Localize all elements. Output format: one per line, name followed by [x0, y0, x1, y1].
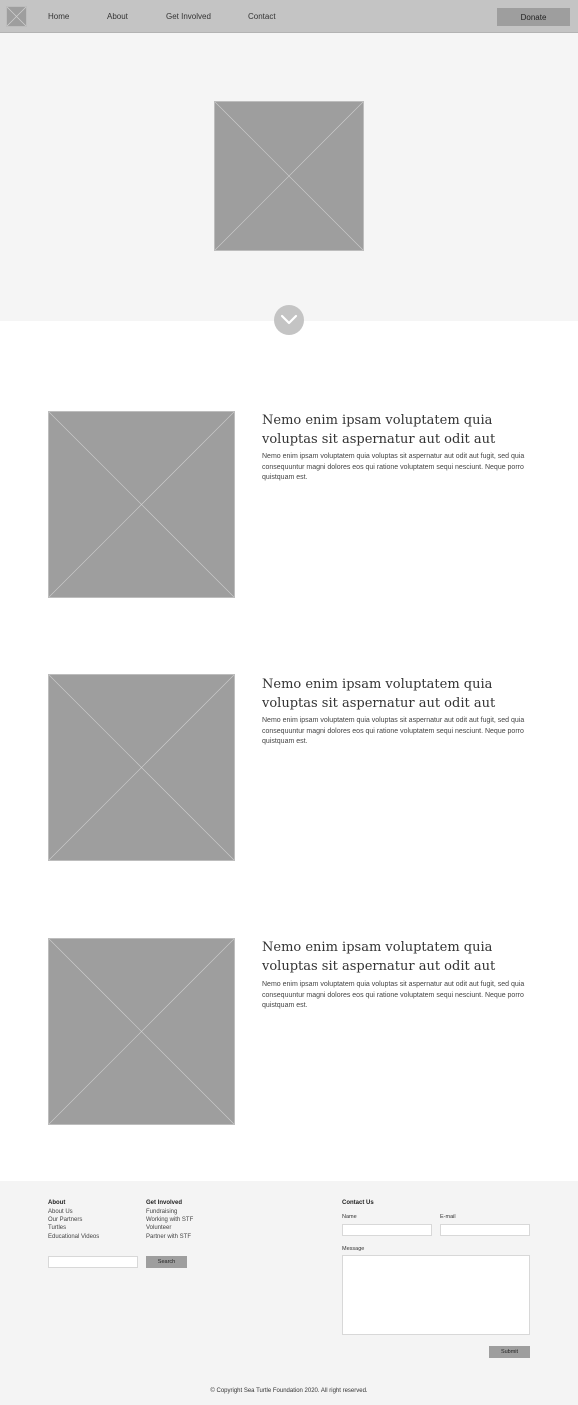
search-input[interactable]: [48, 1256, 138, 1268]
footer-link-fundraising[interactable]: Fundraising: [146, 1209, 177, 1215]
footer-link-volunteer[interactable]: Volunteer: [146, 1225, 171, 1231]
scroll-down-button[interactable]: [274, 305, 304, 335]
name-label: Name: [342, 1214, 357, 1220]
footer-link-partner-with-stf[interactable]: Partner with STF: [146, 1234, 191, 1240]
content-block-title: Nemo enim ipsam voluptatem quia voluptas…: [262, 940, 496, 974]
hero-image-placeholder: [214, 101, 364, 251]
content-image-placeholder: [48, 674, 235, 861]
footer-link-about-us[interactable]: About Us: [48, 1209, 73, 1215]
search-button[interactable]: Search: [146, 1256, 187, 1268]
content-block-text: Nemo enim ipsam voluptatem quia voluptas…: [262, 981, 525, 1009]
nav-link-about[interactable]: About: [107, 12, 128, 21]
hero-section: [0, 33, 578, 321]
nav-link-home[interactable]: Home: [48, 12, 69, 21]
submit-button[interactable]: Submit: [489, 1346, 530, 1358]
footer-about-heading: About: [48, 1200, 66, 1206]
copyright-text: © Copyright Sea Turtle Foundation 2020. …: [210, 1388, 368, 1394]
contact-heading: Contact Us: [342, 1200, 374, 1206]
content-image-placeholder: [48, 938, 235, 1125]
content-block-title: Nemo enim ipsam voluptatem quia voluptas…: [262, 413, 496, 447]
content-block-text: Nemo enim ipsam voluptatem quia voluptas…: [262, 453, 525, 481]
chevron-down-icon: [280, 314, 298, 325]
footer-link-working-with-stf[interactable]: Working with STF: [146, 1217, 193, 1223]
content-image-placeholder: [48, 411, 235, 598]
donate-button[interactable]: Donate: [497, 8, 570, 26]
footer-link-turtles[interactable]: Turtles: [48, 1225, 66, 1231]
email-label: E-mail: [440, 1214, 456, 1220]
logo-placeholder-icon[interactable]: [6, 6, 27, 27]
footer-link-our-partners[interactable]: Our Partners: [48, 1217, 82, 1223]
name-field[interactable]: [342, 1224, 432, 1236]
email-field[interactable]: [440, 1224, 530, 1236]
nav-link-contact[interactable]: Contact: [248, 12, 276, 21]
message-field[interactable]: [342, 1255, 530, 1335]
footer-involved-heading: Get Involved: [146, 1200, 183, 1206]
footer-link-educational-videos[interactable]: Educational Videos: [48, 1234, 99, 1240]
nav-link-get-involved[interactable]: Get Involved: [166, 12, 211, 21]
top-nav: Home About Get Involved Contact Donate: [0, 0, 578, 33]
content-block-text: Nemo enim ipsam voluptatem quia voluptas…: [262, 717, 525, 745]
content-block-title: Nemo enim ipsam voluptatem quia voluptas…: [262, 677, 496, 711]
message-label: Message: [342, 1246, 365, 1252]
